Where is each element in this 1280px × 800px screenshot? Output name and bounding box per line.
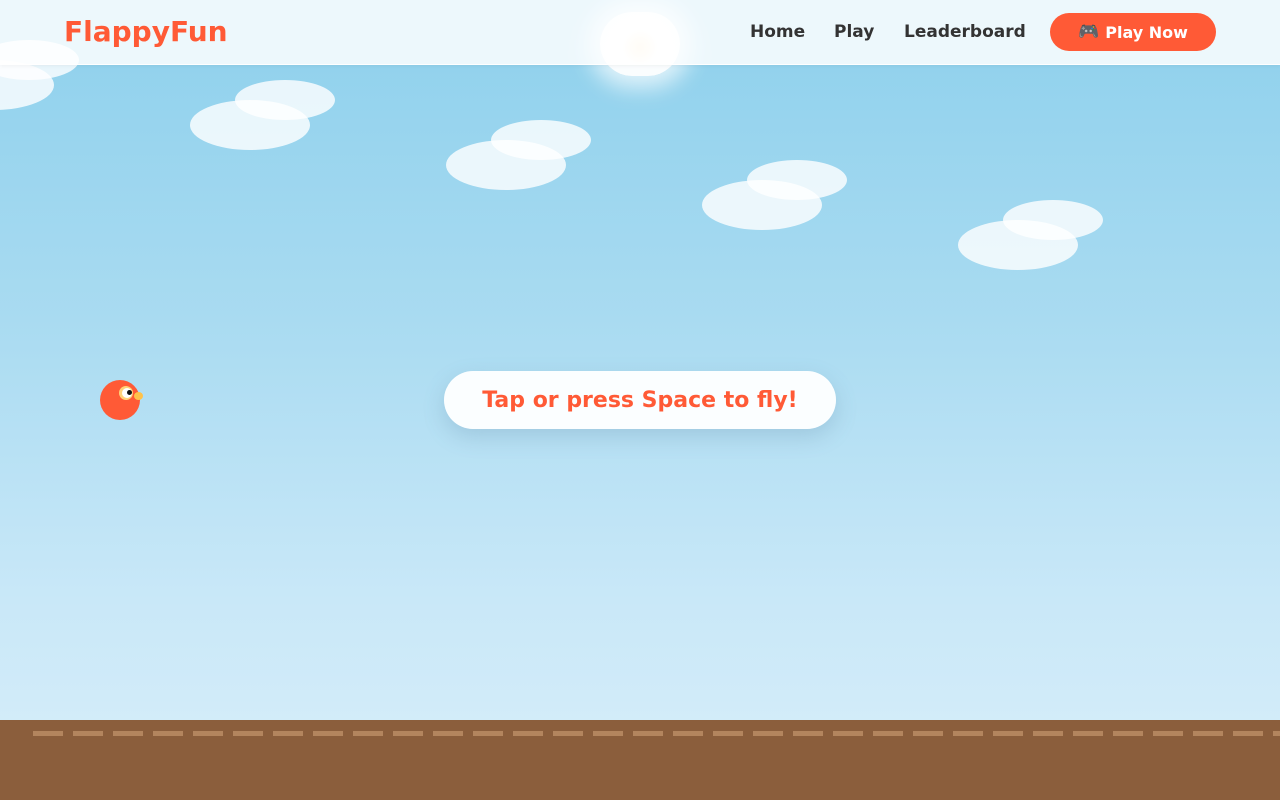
cloud [446, 120, 606, 190]
gamepad-icon: 🎮 [1078, 21, 1100, 42]
play-now-button[interactable]: 🎮 Play Now [1050, 13, 1216, 51]
nav-play-link[interactable]: Play [834, 20, 874, 44]
play-now-label: Play Now [1105, 22, 1188, 42]
cloud [958, 200, 1118, 270]
cloud [702, 160, 862, 230]
bird-player [100, 380, 143, 420]
start-prompt[interactable]: Tap or press Space to fly! [444, 371, 836, 429]
game-stage[interactable]: FlappyFun Home Play Leaderboard 🎮 Play N… [0, 0, 1280, 800]
ground [0, 720, 1280, 800]
ground-stripe [33, 731, 1280, 736]
bird-pupil [127, 390, 132, 395]
cloud [190, 80, 350, 150]
site-header: FlappyFun Home Play Leaderboard 🎮 Play N… [0, 0, 1280, 65]
nav-leaderboard-link[interactable]: Leaderboard [904, 20, 1026, 44]
logo[interactable]: FlappyFun [64, 14, 228, 50]
bird-beak [134, 392, 143, 400]
nav-home-link[interactable]: Home [750, 20, 805, 44]
